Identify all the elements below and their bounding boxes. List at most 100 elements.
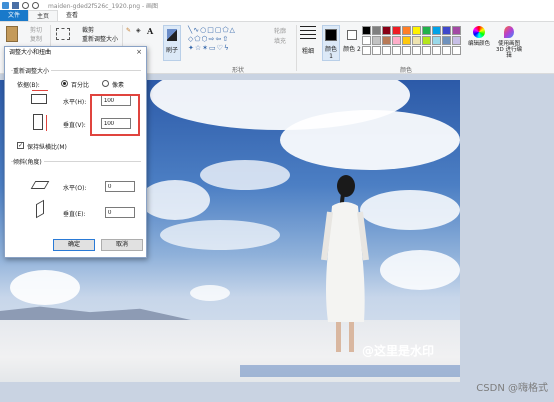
palette-swatch[interactable]: [402, 46, 411, 55]
palette-swatch[interactable]: [402, 26, 411, 35]
csdn-watermark: CSDN @嗨格式: [476, 383, 548, 394]
pencil-icon[interactable]: ✎: [126, 27, 131, 34]
shapes-group-label: 形状: [232, 67, 245, 74]
fill-label[interactable]: 填充: [274, 36, 286, 45]
percent-radio[interactable]: [61, 80, 68, 87]
skew-vertical-label: 垂直(E):: [63, 211, 86, 218]
palette-swatch[interactable]: [412, 26, 421, 35]
pixels-radio[interactable]: [102, 80, 109, 87]
save-icon[interactable]: [12, 2, 19, 9]
palette-swatch[interactable]: [422, 36, 431, 45]
shapes-gallery[interactable]: ╲∿○□▢⬠△ ◇⬠⬡⇨⇦⇧ ✦☆✶▭♡ϟ: [188, 26, 266, 54]
rectangle-shape-icon[interactable]: □: [207, 26, 215, 34]
heart-shape-icon[interactable]: ♡: [217, 44, 224, 52]
select-tool-icon[interactable]: [56, 28, 70, 40]
resize-section-label: 重新调整大小: [13, 66, 52, 75]
color1-button[interactable]: 颜色 1: [322, 25, 340, 61]
palette-swatch[interactable]: [422, 46, 431, 55]
fill-bucket-icon[interactable]: ◈: [136, 27, 141, 34]
cloud: [140, 180, 210, 220]
cloud: [280, 110, 460, 170]
brush-button[interactable]: 刷子: [163, 25, 181, 61]
palette-swatch[interactable]: [372, 46, 381, 55]
window-title: maiden-gded2f526c_1920.png - 画图: [48, 3, 159, 10]
horizontal-label: 水平(H):: [63, 99, 87, 106]
paint-app-icon: [2, 2, 9, 9]
palette-swatch[interactable]: [392, 26, 401, 35]
tab-file[interactable]: 文件: [0, 10, 29, 21]
redo-icon[interactable]: [32, 2, 39, 9]
paint3d-label: 使用画图 3D 进行编辑: [496, 41, 522, 59]
brush-label: 刷子: [165, 47, 178, 54]
cloud: [160, 220, 280, 250]
percent-label[interactable]: 百分比: [71, 80, 89, 89]
ribbon-tabs: 文件 主页 查看: [0, 10, 554, 22]
palette-swatch[interactable]: [362, 36, 371, 45]
cut-label[interactable]: 剪切: [30, 25, 42, 34]
polygon-shape-icon[interactable]: ⬠: [222, 26, 229, 34]
cancel-button[interactable]: 取消: [101, 239, 143, 251]
triangle-shape-icon[interactable]: △: [230, 26, 236, 34]
close-icon[interactable]: ×: [136, 48, 142, 56]
callout-shape-icon[interactable]: ▭: [209, 44, 217, 52]
cloud: [190, 285, 230, 301]
edit-colors-label: 编辑颜色: [468, 41, 491, 47]
palette-swatch[interactable]: [442, 46, 451, 55]
annotation-highlight-box: [90, 94, 140, 136]
palette-swatch[interactable]: [402, 36, 411, 45]
palette-swatch[interactable]: [362, 26, 371, 35]
palette-swatch[interactable]: [452, 46, 461, 55]
paint3d-button[interactable]: 使用画图 3D 进行编辑: [494, 26, 524, 62]
dialog-title: 调整大小和扭曲: [9, 49, 52, 56]
undo-icon[interactable]: [22, 2, 29, 9]
keep-ratio-checkbox[interactable]: ✓: [17, 142, 24, 149]
palette-swatch[interactable]: [392, 46, 401, 55]
palette-swatch[interactable]: [382, 26, 391, 35]
palette-swatch[interactable]: [432, 36, 441, 45]
cloud: [380, 250, 460, 290]
palette-swatch[interactable]: [422, 26, 431, 35]
resize-label[interactable]: 重新调整大小: [82, 34, 118, 43]
pixels-label[interactable]: 像素: [112, 80, 124, 89]
paint3d-icon: [504, 26, 514, 38]
palette-swatch[interactable]: [382, 46, 391, 55]
cloud: [360, 190, 460, 230]
copy-label[interactable]: 复制: [30, 34, 42, 43]
tab-view[interactable]: 查看: [58, 10, 86, 21]
palette-swatch[interactable]: [362, 46, 371, 55]
color2-button[interactable]: 颜色 2: [343, 25, 361, 61]
outline-label[interactable]: 轮廓: [274, 26, 286, 35]
palette-swatch[interactable]: [442, 26, 451, 35]
palette-swatch[interactable]: [452, 26, 461, 35]
palette-swatch[interactable]: [382, 36, 391, 45]
star6-shape-icon[interactable]: ✶: [202, 44, 209, 52]
palette-swatch[interactable]: [372, 26, 381, 35]
palette-swatch[interactable]: [372, 36, 381, 45]
clipboard-icon: [6, 26, 18, 42]
palette-swatch[interactable]: [432, 26, 441, 35]
palette-swatch[interactable]: [442, 36, 451, 45]
skew-vertical-input[interactable]: [105, 207, 135, 218]
palette-swatch[interactable]: [432, 46, 441, 55]
edit-colors-button[interactable]: 编辑颜色: [468, 26, 490, 62]
palette-swatch[interactable]: [452, 36, 461, 45]
arrow-up-shape-icon[interactable]: ⇧: [222, 35, 229, 43]
palette-swatch[interactable]: [392, 36, 401, 45]
hexagon-shape-icon[interactable]: ⬡: [201, 35, 208, 43]
color2-swatch: [347, 30, 357, 40]
keep-ratio-label[interactable]: 保持纵横比(M): [27, 142, 67, 151]
size-button[interactable]: 粗细: [300, 26, 316, 62]
watermark-text: @这里是水印: [362, 344, 435, 358]
lightning-shape-icon[interactable]: ϟ: [224, 44, 230, 52]
palette-swatch[interactable]: [412, 46, 421, 55]
palette-swatch[interactable]: [412, 36, 421, 45]
cloud: [10, 270, 80, 305]
colors-group-label: 颜色: [400, 67, 413, 74]
ok-button[interactable]: 确定: [53, 239, 95, 251]
star4-shape-icon[interactable]: ✦: [188, 44, 195, 52]
color-palette: [362, 26, 461, 55]
skew-horizontal-input[interactable]: [105, 181, 135, 192]
crop-label[interactable]: 裁剪: [82, 25, 94, 34]
tab-home[interactable]: 主页: [28, 10, 59, 21]
text-tool-icon[interactable]: A: [147, 26, 153, 36]
